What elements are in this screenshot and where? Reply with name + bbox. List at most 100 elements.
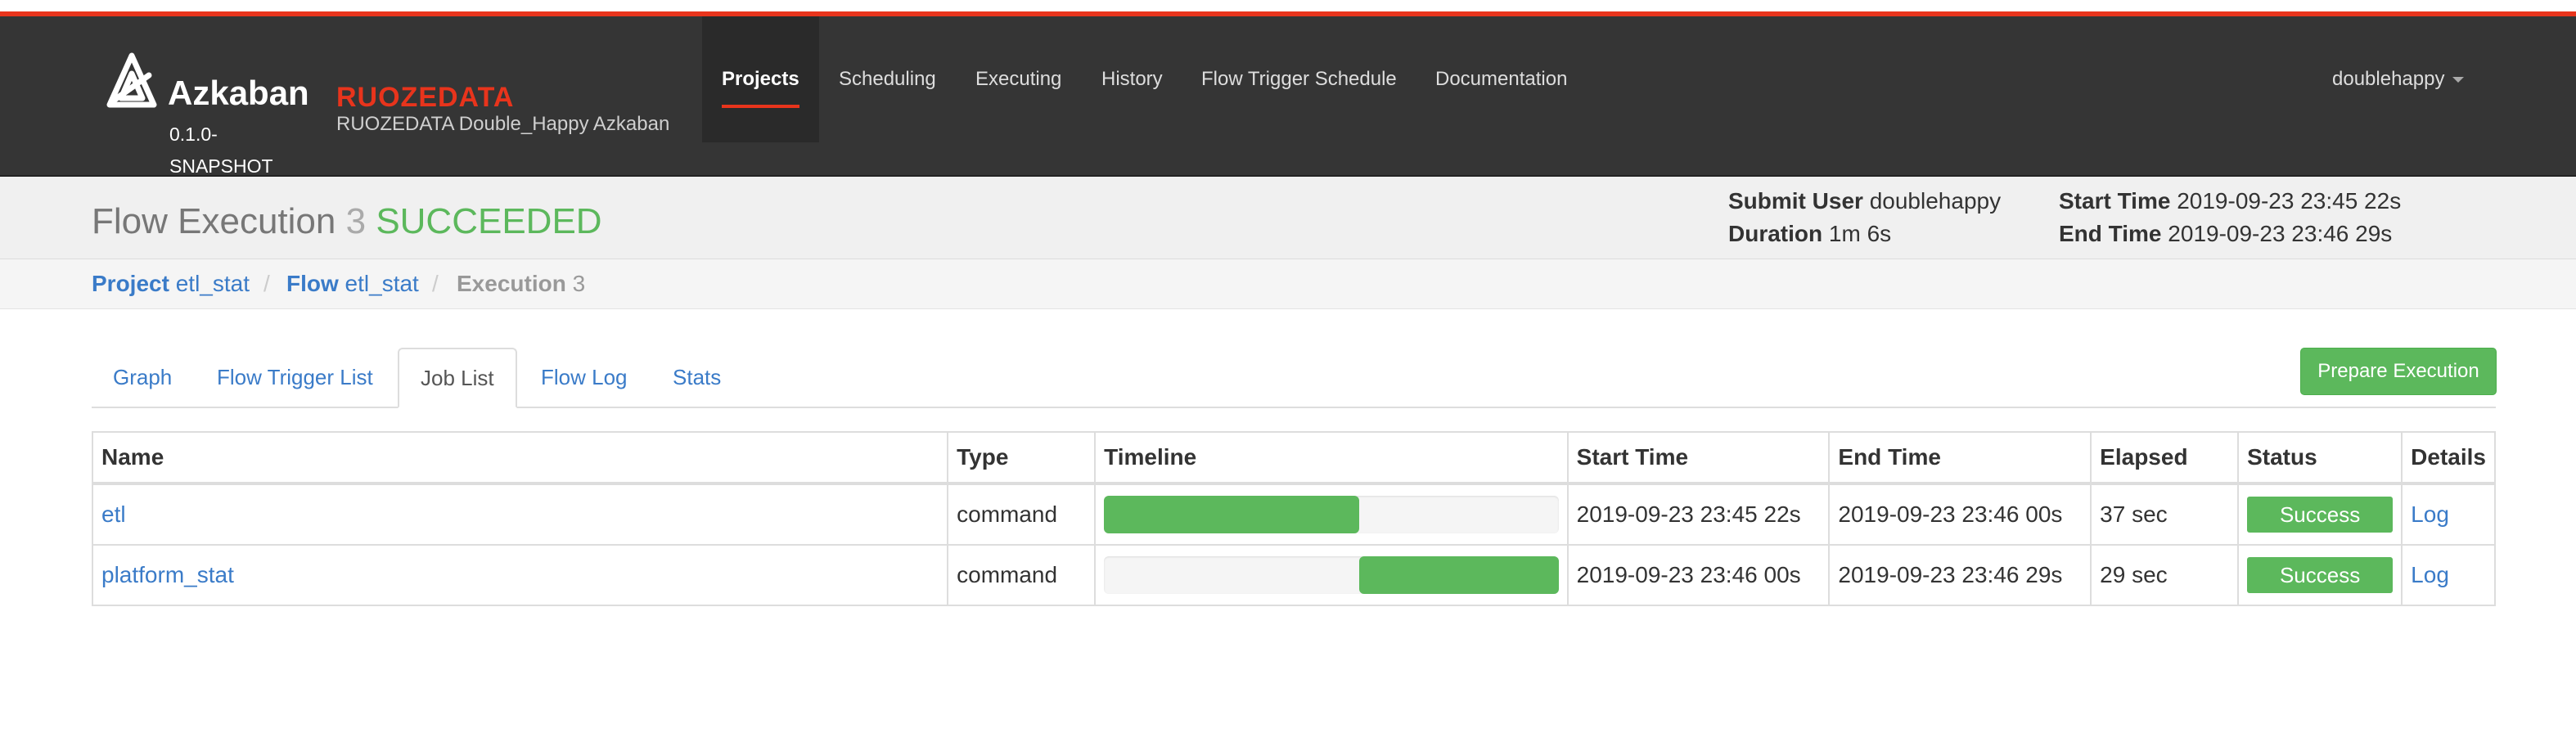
- log-link[interactable]: Log: [2411, 501, 2449, 527]
- log-link[interactable]: Log: [2411, 562, 2449, 587]
- nav-executing-label: Executing: [975, 68, 1062, 90]
- job-start-time: 2019-09-23 23:45 22s: [1566, 483, 1831, 546]
- brand-name[interactable]: Azkaban: [168, 74, 309, 113]
- user-name: doublehappy: [2332, 68, 2445, 90]
- timeline-bar: [1358, 556, 1559, 594]
- breadcrumb: Project etl_stat / Flow etl_stat / Execu…: [0, 259, 2576, 309]
- breadcrumb-project-label: Project: [92, 271, 169, 296]
- page-title-text: Flow Execution: [92, 201, 336, 241]
- column-header-elapsed[interactable]: Elapsed: [2090, 431, 2240, 485]
- job-name-cell: platform_stat: [91, 544, 949, 606]
- tab-flow-trigger-list-label: Flow Trigger List: [217, 364, 373, 389]
- breadcrumb-execution-id: 3: [572, 271, 586, 296]
- table-row: platform_stat command 2019-09-23 23:46 0…: [91, 544, 2496, 606]
- breadcrumb-separator: /: [263, 271, 270, 296]
- job-list-table: Name Type Timeline Start Time End Time E…: [91, 431, 2496, 606]
- nav-documentation-label: Documentation: [1435, 68, 1568, 90]
- column-header-type[interactable]: Type: [947, 431, 1097, 485]
- status-cell: Success: [2237, 483, 2403, 546]
- brand-version: 0.1.0-SNAPSHOT: [169, 124, 273, 177]
- start-time-value: 2019-09-23 23:45 22s: [2177, 188, 2402, 214]
- nav-history[interactable]: History: [1082, 16, 1182, 142]
- table-header-row: Name Type Timeline Start Time End Time E…: [91, 431, 2496, 485]
- tab-graph-label: Graph: [113, 364, 173, 389]
- tab-graph[interactable]: Graph: [92, 348, 193, 407]
- end-time-value: 2019-09-23 23:46 29s: [2168, 221, 2393, 246]
- column-header-end-time[interactable]: End Time: [1828, 431, 2092, 485]
- execution-header: Flow Execution 3 SUCCEEDED Submit User d…: [0, 177, 2576, 259]
- duration-label: Duration: [1728, 221, 1823, 246]
- timeline-track: [1104, 556, 1559, 594]
- status-badge: Success: [2247, 497, 2394, 533]
- job-end-time: 2019-09-23 23:46 00s: [1828, 483, 2092, 546]
- nav-flow-trigger-schedule[interactable]: Flow Trigger Schedule: [1182, 16, 1416, 142]
- navbar: Azkaban 0.1.0-SNAPSHOT RUOZEDATA RUOZEDA…: [0, 16, 2576, 177]
- job-name-cell: etl: [91, 483, 949, 546]
- execution-id: 3: [345, 201, 367, 241]
- nav-active-underline: [722, 105, 799, 108]
- brand-subtitle: RUOZEDATA Double_Happy Azkaban: [336, 113, 670, 135]
- status-badge: Success: [2247, 557, 2394, 593]
- breadcrumb-execution-label: Execution: [457, 271, 566, 296]
- details-cell: Log: [2401, 483, 2496, 546]
- nav-flow-trigger-schedule-label: Flow Trigger Schedule: [1201, 68, 1397, 90]
- end-time-label: End Time: [2059, 221, 2162, 246]
- tab-flow-log[interactable]: Flow Log: [520, 348, 649, 407]
- job-start-time: 2019-09-23 23:46 00s: [1566, 544, 1831, 606]
- user-menu[interactable]: doublehappy: [2332, 16, 2465, 142]
- submit-user-label: Submit User: [1728, 188, 1863, 214]
- column-header-details[interactable]: Details: [2401, 431, 2496, 485]
- nav-documentation[interactable]: Documentation: [1416, 16, 1587, 142]
- nav-executing[interactable]: Executing: [956, 16, 1081, 142]
- column-header-status[interactable]: Status: [2237, 431, 2403, 485]
- nav-history-label: History: [1101, 68, 1163, 90]
- caret-down-icon: [2452, 76, 2465, 83]
- job-type: command: [947, 544, 1097, 606]
- tab-bar: Graph Flow Trigger List Job List Flow Lo…: [92, 348, 2496, 408]
- tab-stats[interactable]: Stats: [651, 348, 742, 407]
- column-header-start-time[interactable]: Start Time: [1566, 431, 1831, 485]
- table-row: etl command 2019-09-23 23:45 22s 2019-09…: [91, 483, 2496, 546]
- column-header-name[interactable]: Name: [91, 431, 949, 485]
- nav-scheduling[interactable]: Scheduling: [819, 16, 956, 142]
- start-time-label: Start Time: [2059, 188, 2171, 214]
- brand-company: RUOZEDATA: [336, 82, 515, 113]
- job-elapsed: 37 sec: [2090, 483, 2240, 546]
- execution-status: SUCCEEDED: [376, 201, 602, 241]
- column-header-timeline[interactable]: Timeline: [1094, 431, 1569, 485]
- prepare-execution-button[interactable]: Prepare Execution: [2300, 348, 2497, 395]
- status-cell: Success: [2237, 544, 2403, 606]
- timeline-cell: [1094, 544, 1569, 606]
- tab-stats-label: Stats: [673, 364, 722, 389]
- tab-flow-trigger-list[interactable]: Flow Trigger List: [196, 348, 394, 407]
- page-title: Flow Execution 3 SUCCEEDED: [92, 201, 602, 242]
- submit-user-value: doublehappy: [1869, 188, 2002, 214]
- breadcrumb-separator: /: [432, 271, 439, 296]
- breadcrumb-execution: Execution 3: [457, 271, 585, 297]
- azkaban-logo-icon[interactable]: [103, 49, 160, 115]
- tab-job-list-label: Job List: [421, 365, 494, 390]
- breadcrumb-flow[interactable]: Flow etl_stat: [286, 271, 419, 297]
- job-elapsed: 29 sec: [2090, 544, 2240, 606]
- job-name-link[interactable]: platform_stat: [101, 562, 234, 587]
- submit-user: Submit User doublehappy: [1728, 188, 2001, 214]
- duration-value: 1m 6s: [1828, 221, 1892, 246]
- duration: Duration 1m 6s: [1728, 221, 1891, 247]
- nav-scheduling-label: Scheduling: [839, 68, 936, 90]
- end-time: End Time 2019-09-23 23:46 29s: [2059, 221, 2392, 247]
- start-time: Start Time 2019-09-23 23:45 22s: [2059, 188, 2401, 214]
- timeline-track: [1104, 496, 1559, 533]
- nav-projects-label: Projects: [722, 68, 799, 90]
- top-margin: [0, 0, 2576, 11]
- breadcrumb-project[interactable]: Project etl_stat: [92, 271, 250, 297]
- breadcrumb-project-name: etl_stat: [175, 271, 250, 296]
- tab-flow-log-label: Flow Log: [541, 364, 628, 389]
- nav-projects[interactable]: Projects: [702, 16, 819, 142]
- job-name-link[interactable]: etl: [101, 501, 126, 527]
- job-type: command: [947, 483, 1097, 546]
- tab-job-list[interactable]: Job List: [398, 348, 517, 408]
- breadcrumb-flow-name: etl_stat: [345, 271, 419, 296]
- timeline-bar: [1104, 496, 1359, 533]
- details-cell: Log: [2401, 544, 2496, 606]
- timeline-cell: [1094, 483, 1569, 546]
